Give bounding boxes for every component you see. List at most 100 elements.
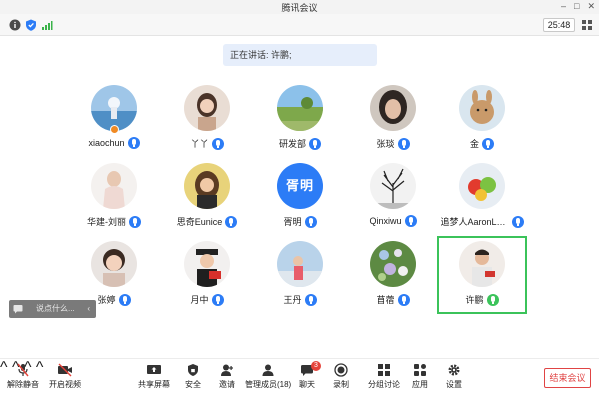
participant-name: xiaochun	[88, 138, 125, 148]
start-video-button[interactable]: 开启视频	[48, 363, 82, 393]
mic-muted-icon	[17, 363, 29, 377]
mic-icon	[211, 293, 224, 306]
gallery-view-icon[interactable]	[581, 19, 593, 31]
add-user-icon	[221, 364, 233, 376]
chat-bubble-icon	[13, 305, 23, 314]
participant-name: 思奇Eunice	[176, 217, 223, 227]
avatar	[459, 85, 505, 131]
avatar	[370, 163, 416, 209]
close-icon[interactable]: ✕	[587, 1, 595, 12]
apps-button[interactable]: 应用	[407, 363, 433, 393]
avatar	[91, 163, 137, 209]
apps-icon	[414, 364, 426, 376]
participant-tile[interactable]: 王丹	[255, 236, 345, 314]
record-label: 录制	[333, 380, 349, 389]
record-button[interactable]: 录制	[328, 363, 354, 393]
chat-button[interactable]: 3 聊天	[294, 361, 321, 393]
signal-icon[interactable]	[41, 19, 53, 31]
unmute-button[interactable]: 解除静音	[6, 363, 40, 393]
breakout-rooms-button[interactable]: 分组讨论	[366, 363, 402, 393]
avatar	[459, 241, 505, 287]
mic-icon	[225, 215, 238, 228]
security-label: 安全	[185, 380, 201, 389]
meeting-timer: 25:48	[543, 18, 575, 32]
share-screen-button[interactable]: 共享屏幕	[137, 363, 171, 393]
security-button[interactable]: 安全	[180, 363, 206, 393]
avatar	[277, 85, 323, 131]
participant-name: Qinxiwu	[369, 216, 402, 226]
avatar	[370, 241, 416, 287]
manage-members-label: 管理成员(18)	[245, 380, 292, 389]
shield-icon[interactable]	[25, 19, 37, 31]
minimize-icon[interactable]: –	[561, 1, 566, 12]
mic-icon	[304, 215, 317, 228]
chat-placeholder: 说点什么...	[36, 304, 75, 313]
speaking-indicator: 正在讲话: 许鹏;	[223, 44, 377, 66]
participant-tile[interactable]: 华建-刘丽	[69, 158, 159, 236]
participant-name: 王丹	[283, 295, 302, 305]
window-controls: – □ ✕	[561, 1, 595, 12]
host-badge	[110, 125, 119, 134]
participant-tile[interactable]: xiaochun	[69, 80, 159, 158]
mic-icon	[304, 293, 317, 306]
avatar	[370, 85, 416, 131]
apps-label: 应用	[412, 380, 428, 389]
mic-icon	[482, 137, 494, 150]
participant-tile-active-speaker[interactable]: 许鹏	[437, 236, 527, 314]
share-screen-label: 共享屏幕	[138, 380, 170, 389]
avatar	[184, 163, 230, 209]
unmute-label: 解除静音	[7, 380, 39, 389]
mic-icon	[511, 215, 524, 228]
avatar	[277, 241, 323, 287]
participant-tile[interactable]: Qinxiwu	[348, 158, 438, 236]
participant-name: 华建-刘丽	[87, 217, 126, 227]
title-bar: 腾讯会议 – □ ✕	[0, 0, 599, 14]
members-icon	[262, 364, 274, 376]
chat-quick-input[interactable]: 说点什么... ‹	[9, 300, 96, 318]
participant-tile[interactable]: 思奇Eunice	[162, 158, 252, 236]
mic-icon	[127, 137, 140, 149]
avatar	[184, 241, 230, 287]
end-meeting-button[interactable]: 结束会议	[544, 368, 591, 388]
meeting-toolbar: 解除静音 ^ 开启视频 ^ 共享屏幕 ^ 安全 邀请 管理成员(18) 3 聊天…	[0, 358, 599, 394]
window-title: 腾讯会议	[281, 3, 318, 13]
video-off-icon	[58, 363, 72, 377]
mic-speaking-icon	[486, 293, 499, 306]
mic-icon	[118, 293, 131, 306]
participant-tile[interactable]: 苜蓿	[348, 236, 438, 314]
record-icon	[334, 363, 348, 377]
participant-tile[interactable]: 月中	[162, 236, 252, 314]
participant-tile[interactable]: 胥明 胥明	[255, 158, 345, 236]
invite-button[interactable]: 邀请	[214, 363, 240, 393]
maximize-icon[interactable]: □	[574, 1, 579, 12]
participant-name: 苜蓿	[376, 295, 395, 305]
collapse-chevron-icon[interactable]: ‹	[87, 300, 90, 318]
share-screen-icon	[147, 365, 161, 374]
participant-tile[interactable]: 丫丫	[162, 80, 252, 158]
settings-button[interactable]: 设置	[441, 363, 467, 393]
participant-tile[interactable]: 金	[437, 80, 527, 158]
avatar	[91, 241, 137, 287]
participant-name: 月中	[190, 295, 209, 305]
participant-name: 许鹏	[465, 295, 484, 305]
avatar: 胥明	[277, 163, 323, 209]
gear-icon	[448, 364, 460, 376]
chat-unread-badge: 3	[311, 361, 321, 371]
avatar	[184, 85, 230, 131]
participant-name: 丫丫	[190, 139, 209, 149]
shield-icon	[188, 364, 198, 376]
participant-name: 胥明	[283, 217, 302, 227]
participant-tile[interactable]: 张琰	[348, 80, 438, 158]
participant-name: 张琰	[376, 139, 395, 149]
mic-icon	[211, 137, 224, 150]
info-icon[interactable]	[9, 19, 21, 31]
manage-members-button[interactable]: 管理成员(18)	[245, 363, 291, 393]
mic-icon	[397, 293, 410, 306]
participant-name: 追梦人AaronLa...	[440, 217, 509, 227]
participant-tile[interactable]: 追梦人AaronLa...	[437, 158, 527, 236]
breakout-rooms-icon	[378, 364, 390, 376]
status-bar: 25:48	[0, 14, 599, 36]
participant-name: 研发部	[278, 139, 306, 149]
participant-tile[interactable]: 研发部	[255, 80, 345, 158]
mic-icon	[129, 215, 141, 228]
